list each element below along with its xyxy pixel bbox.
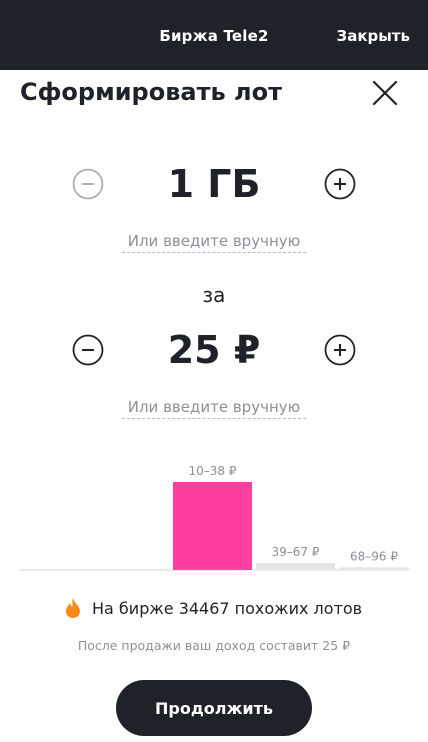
increase-price-button[interactable] bbox=[324, 334, 356, 366]
top-bar: Биржа Tele2 Закрыть bbox=[0, 0, 428, 70]
price-distribution-chart: 10–38 ₽ 39–67 ₽ 68–96 ₽ bbox=[20, 464, 409, 571]
chart-bar-label-2: 68–96 ₽ bbox=[350, 549, 398, 563]
price-manual-input-link[interactable]: Или введите вручную bbox=[122, 398, 306, 419]
close-link[interactable]: Закрыть bbox=[337, 27, 410, 45]
page-title: Сформировать лот bbox=[20, 78, 282, 106]
market-count-text: На бирже 34467 похожих лотов bbox=[92, 598, 363, 618]
chart-bar-0 bbox=[173, 482, 252, 570]
market-info: На бирже 34467 похожих лотов bbox=[64, 597, 362, 619]
flame-icon bbox=[66, 598, 80, 618]
chart-bar-label-0: 10–38 ₽ bbox=[189, 464, 237, 478]
amount-manual-input-link[interactable]: Или введите вручную bbox=[122, 232, 306, 253]
continue-button[interactable]: Продолжить bbox=[116, 680, 312, 736]
chart-bar-2 bbox=[339, 567, 409, 570]
income-text: После продажи ваш доход составит 25 ₽ bbox=[77, 638, 351, 653]
chart-bar-1 bbox=[256, 562, 335, 570]
chart-bar-label-1: 39–67 ₽ bbox=[272, 545, 320, 559]
for-label: за bbox=[202, 283, 226, 307]
decrease-price-button[interactable] bbox=[72, 334, 104, 366]
decrease-amount-button[interactable] bbox=[72, 168, 104, 200]
increase-amount-button[interactable] bbox=[324, 168, 356, 200]
amount-value: 1 ГБ bbox=[167, 162, 261, 206]
close-icon[interactable] bbox=[370, 78, 400, 108]
price-value: 25 ₽ bbox=[167, 328, 261, 372]
